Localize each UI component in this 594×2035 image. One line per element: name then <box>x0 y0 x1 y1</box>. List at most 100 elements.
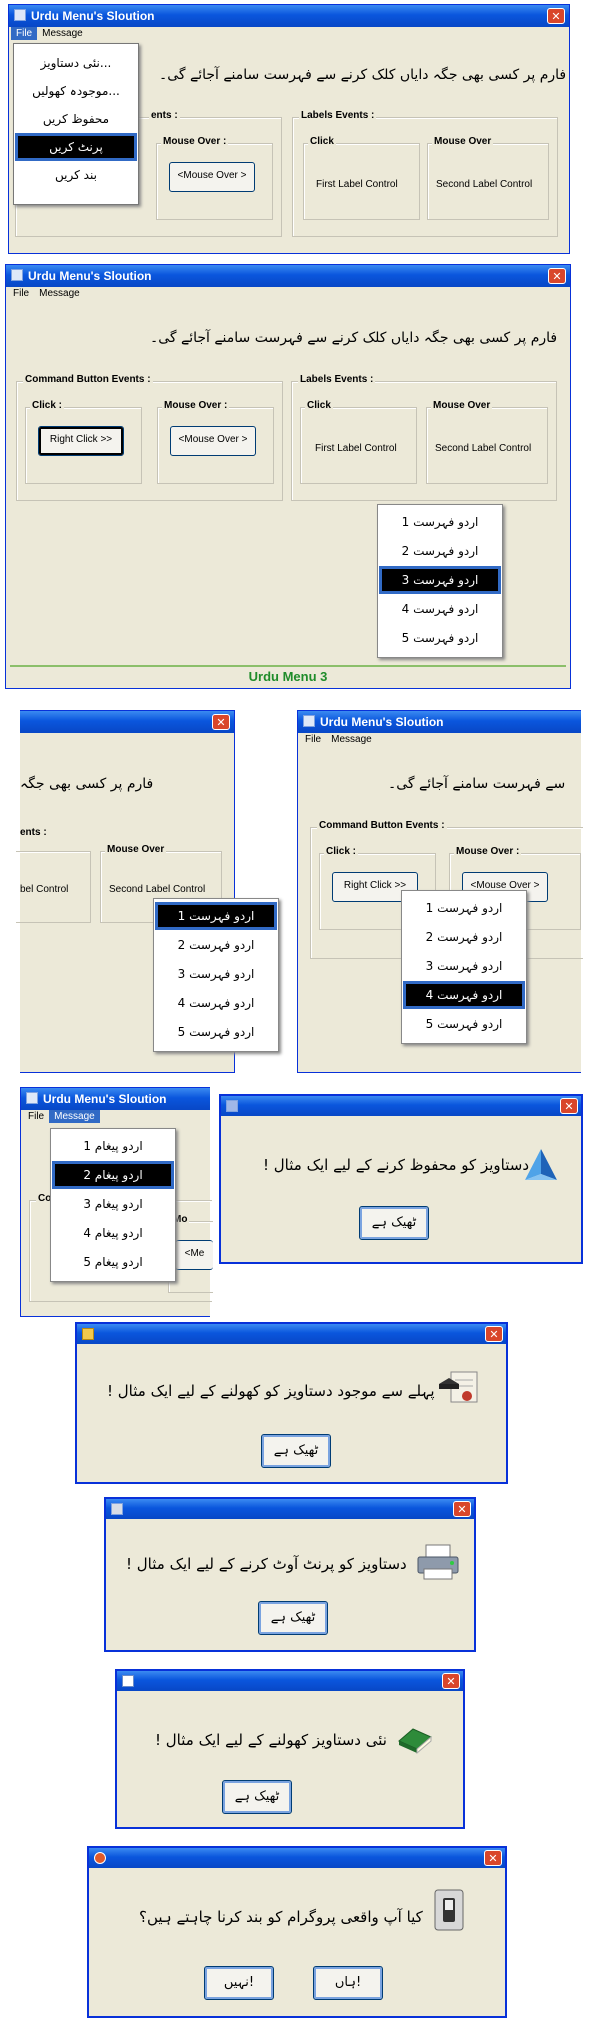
menu-message[interactable]: Message <box>34 287 85 300</box>
dialog-message: دستاویز کو محفوظ کرنے کے لیے ایک مثال ! <box>263 1156 530 1174</box>
app-icon <box>26 1092 38 1104</box>
first-label-control-fragment[interactable]: bel Control <box>20 884 68 895</box>
folder-icon <box>82 1328 94 1340</box>
command-events-label: Command Button Events : <box>317 820 447 831</box>
save-dialog: ✕ دستاویز کو محفوظ کرنے کے لیے ایک مثال … <box>219 1094 583 1264</box>
mouse-over-label-title: Mouse Over <box>432 136 494 147</box>
new-dialog: ✕ نئی دستاویز کھولنے کے لیے ایک مثال ! ٹ… <box>115 1669 465 1829</box>
context-menu-item-2[interactable]: اردو فہرست 2 <box>406 926 522 948</box>
close-icon[interactable]: ✕ <box>212 714 230 730</box>
context-menu-item-4[interactable]: اردو فہرست 4 <box>403 981 525 1009</box>
yes-button[interactable]: ہاں! <box>313 1966 383 2000</box>
document-small-icon <box>122 1675 134 1687</box>
mouse-over-button-fragment[interactable]: <Me <box>175 1240 213 1270</box>
file-menu-item-close[interactable]: بند کریں <box>18 164 134 186</box>
file-menu-item-save[interactable]: محفوظ کریں <box>18 108 134 130</box>
mouse-over-button[interactable]: <Mouse Over > <box>170 426 256 456</box>
menu-message[interactable]: Message <box>37 27 88 40</box>
message-menu-item-2[interactable]: اردو پیغام 2 <box>52 1161 174 1189</box>
instruction-text: فارم پر کسی بھی جگہ دایاں کلک کرنے سے فہ… <box>150 330 558 346</box>
title-bar[interactable]: Urdu Menu's Sloution ✕ <box>6 265 570 287</box>
context-menu-item-5[interactable]: اردو فہرست 5 <box>158 1021 274 1043</box>
click-label: Click <box>308 136 336 147</box>
instruction-text-fragment: سے فہرست سامنے آجائے گی۔ <box>388 776 566 792</box>
menu-bar: File Message <box>23 1110 100 1126</box>
context-menu-item-1[interactable]: اردو فہرست 1 <box>406 897 522 919</box>
close-icon[interactable]: ✕ <box>560 1098 578 1114</box>
ok-button[interactable]: ٹھیک ہے <box>222 1780 292 1814</box>
right-click-button[interactable]: Right Click >> <box>38 426 124 456</box>
close-icon[interactable]: ✕ <box>453 1501 471 1517</box>
message-menu-item-4[interactable]: اردو پیغام 4 <box>55 1222 171 1244</box>
second-label-control[interactable]: Second Label Control <box>109 884 205 895</box>
mouse-over-label: Mouse Over : <box>161 136 229 147</box>
click-label: Click : <box>30 400 65 411</box>
context-menu-item-1[interactable]: اردو فہرست 1 <box>382 511 498 533</box>
click-group: Click : Right Click >> <box>25 400 142 484</box>
close-icon[interactable]: ✕ <box>442 1673 460 1689</box>
click-label: Click <box>305 400 333 411</box>
close-icon[interactable]: ✕ <box>484 1850 502 1866</box>
menu-file[interactable]: File <box>8 287 34 300</box>
title-bar[interactable]: Urdu Menu's Sloution <box>298 711 581 733</box>
second-label-control[interactable]: Second Label Control <box>435 443 531 454</box>
context-menu-item-3[interactable]: اردو فہرست 3 <box>158 963 274 985</box>
window-title: Urdu Menu's Sloution <box>43 1092 167 1106</box>
message-menu-item-5[interactable]: اردو پیغام 5 <box>55 1251 171 1273</box>
mouse-over-button[interactable]: <Mouse Over > <box>169 162 255 192</box>
file-menu-item-new[interactable]: نئی دستاویز... <box>18 52 134 74</box>
dialog-title-bar[interactable]: ✕ <box>221 1096 581 1116</box>
first-label-control[interactable]: First Label Control <box>315 443 397 454</box>
click-label-group: Click First Label Control <box>300 400 417 484</box>
command-events-label: Command Button Events : <box>23 374 153 385</box>
menu-file[interactable]: File <box>23 1110 49 1123</box>
context-menu-item-1[interactable]: اردو فہرست 1 <box>155 902 277 930</box>
labels-events-label: Labels Events : <box>298 374 376 385</box>
context-menu-item-2[interactable]: اردو فہرست 2 <box>382 540 498 562</box>
app-icon <box>11 269 23 281</box>
exit-dialog: ✕ کیا آپ واقعی پروگرام کو بند کرنا چاہتے… <box>87 1846 507 2018</box>
context-menu-item-4[interactable]: اردو فہرست 4 <box>158 992 274 1014</box>
menu-message[interactable]: Message <box>49 1110 100 1123</box>
message-menu-item-1[interactable]: اردو پیغام 1 <box>55 1135 171 1157</box>
context-menu-item-5[interactable]: اردو فہرست 5 <box>382 627 498 649</box>
dialog-title-bar[interactable]: ✕ <box>77 1324 506 1344</box>
ok-button[interactable]: ٹھیک ہے <box>359 1206 429 1240</box>
first-label-control[interactable]: First Label Control <box>316 179 398 190</box>
title-bar[interactable]: Urdu Menu's Sloution <box>21 1088 210 1110</box>
no-button[interactable]: نہیں! <box>204 1966 274 2000</box>
file-menu-item-open[interactable]: موجودہ کھولیں... <box>18 80 134 102</box>
menu-file[interactable]: File <box>11 27 38 40</box>
second-label-control[interactable]: Second Label Control <box>436 179 532 190</box>
menu-message[interactable]: Message <box>326 733 377 746</box>
diploma-icon <box>439 1371 478 1403</box>
file-menu-dropdown: نئی دستاویز... موجودہ کھولیں... محفوظ کر… <box>13 43 139 205</box>
status-bar: Urdu Menu 3 <box>10 665 566 687</box>
menu-file[interactable]: File <box>300 733 326 746</box>
dialog-title-bar[interactable]: ✕ <box>89 1848 505 1868</box>
context-menu-item-3[interactable]: اردو فہرست 3 <box>379 566 501 594</box>
title-bar[interactable]: Urdu Menu's Sloution ✕ <box>9 5 569 27</box>
context-menu-item-3[interactable]: اردو فہرست 3 <box>406 955 522 977</box>
labels-events-group: Labels Events : Click First Label Contro… <box>292 110 558 237</box>
dialog-title-bar[interactable]: ✕ <box>117 1671 463 1691</box>
context-menu: اردو فہرست 1 اردو فہرست 2 اردو فہرست 3 ا… <box>401 890 527 1044</box>
close-icon[interactable]: ✕ <box>548 268 566 284</box>
file-menu-item-print[interactable]: پرنٹ کریں <box>15 133 137 161</box>
message-menu-item-3[interactable]: اردو پیغام 3 <box>55 1193 171 1215</box>
dialog-title-bar[interactable]: ✕ <box>106 1499 474 1519</box>
close-icon[interactable]: ✕ <box>485 1326 503 1342</box>
open-dialog: ✕ پہلے سے موجود دستاویز کو کھولنے کے لیے… <box>75 1322 508 1484</box>
instruction-text-fragment: فارم پر کسی بھی جگہ <box>20 776 154 792</box>
ok-button[interactable]: ٹھیک ہے <box>261 1434 331 1468</box>
context-menu-item-4[interactable]: اردو فہرست 4 <box>382 598 498 620</box>
window-title: Urdu Menu's Sloution <box>28 269 152 283</box>
context-menu-item-2[interactable]: اردو فہرست 2 <box>158 934 274 956</box>
mouse-over-label-title: Mouse Over <box>105 844 167 855</box>
close-icon[interactable]: ✕ <box>547 8 565 24</box>
ok-button[interactable]: ٹھیک ہے <box>258 1601 328 1635</box>
title-bar[interactable]: ✕ <box>20 711 234 733</box>
context-menu-item-5[interactable]: اردو فہرست 5 <box>406 1013 522 1035</box>
labels-events-group: Labels Events : Click First Label Contro… <box>291 374 557 501</box>
mouse-over-label-group: Mouse Over Second Label Control <box>426 400 548 484</box>
